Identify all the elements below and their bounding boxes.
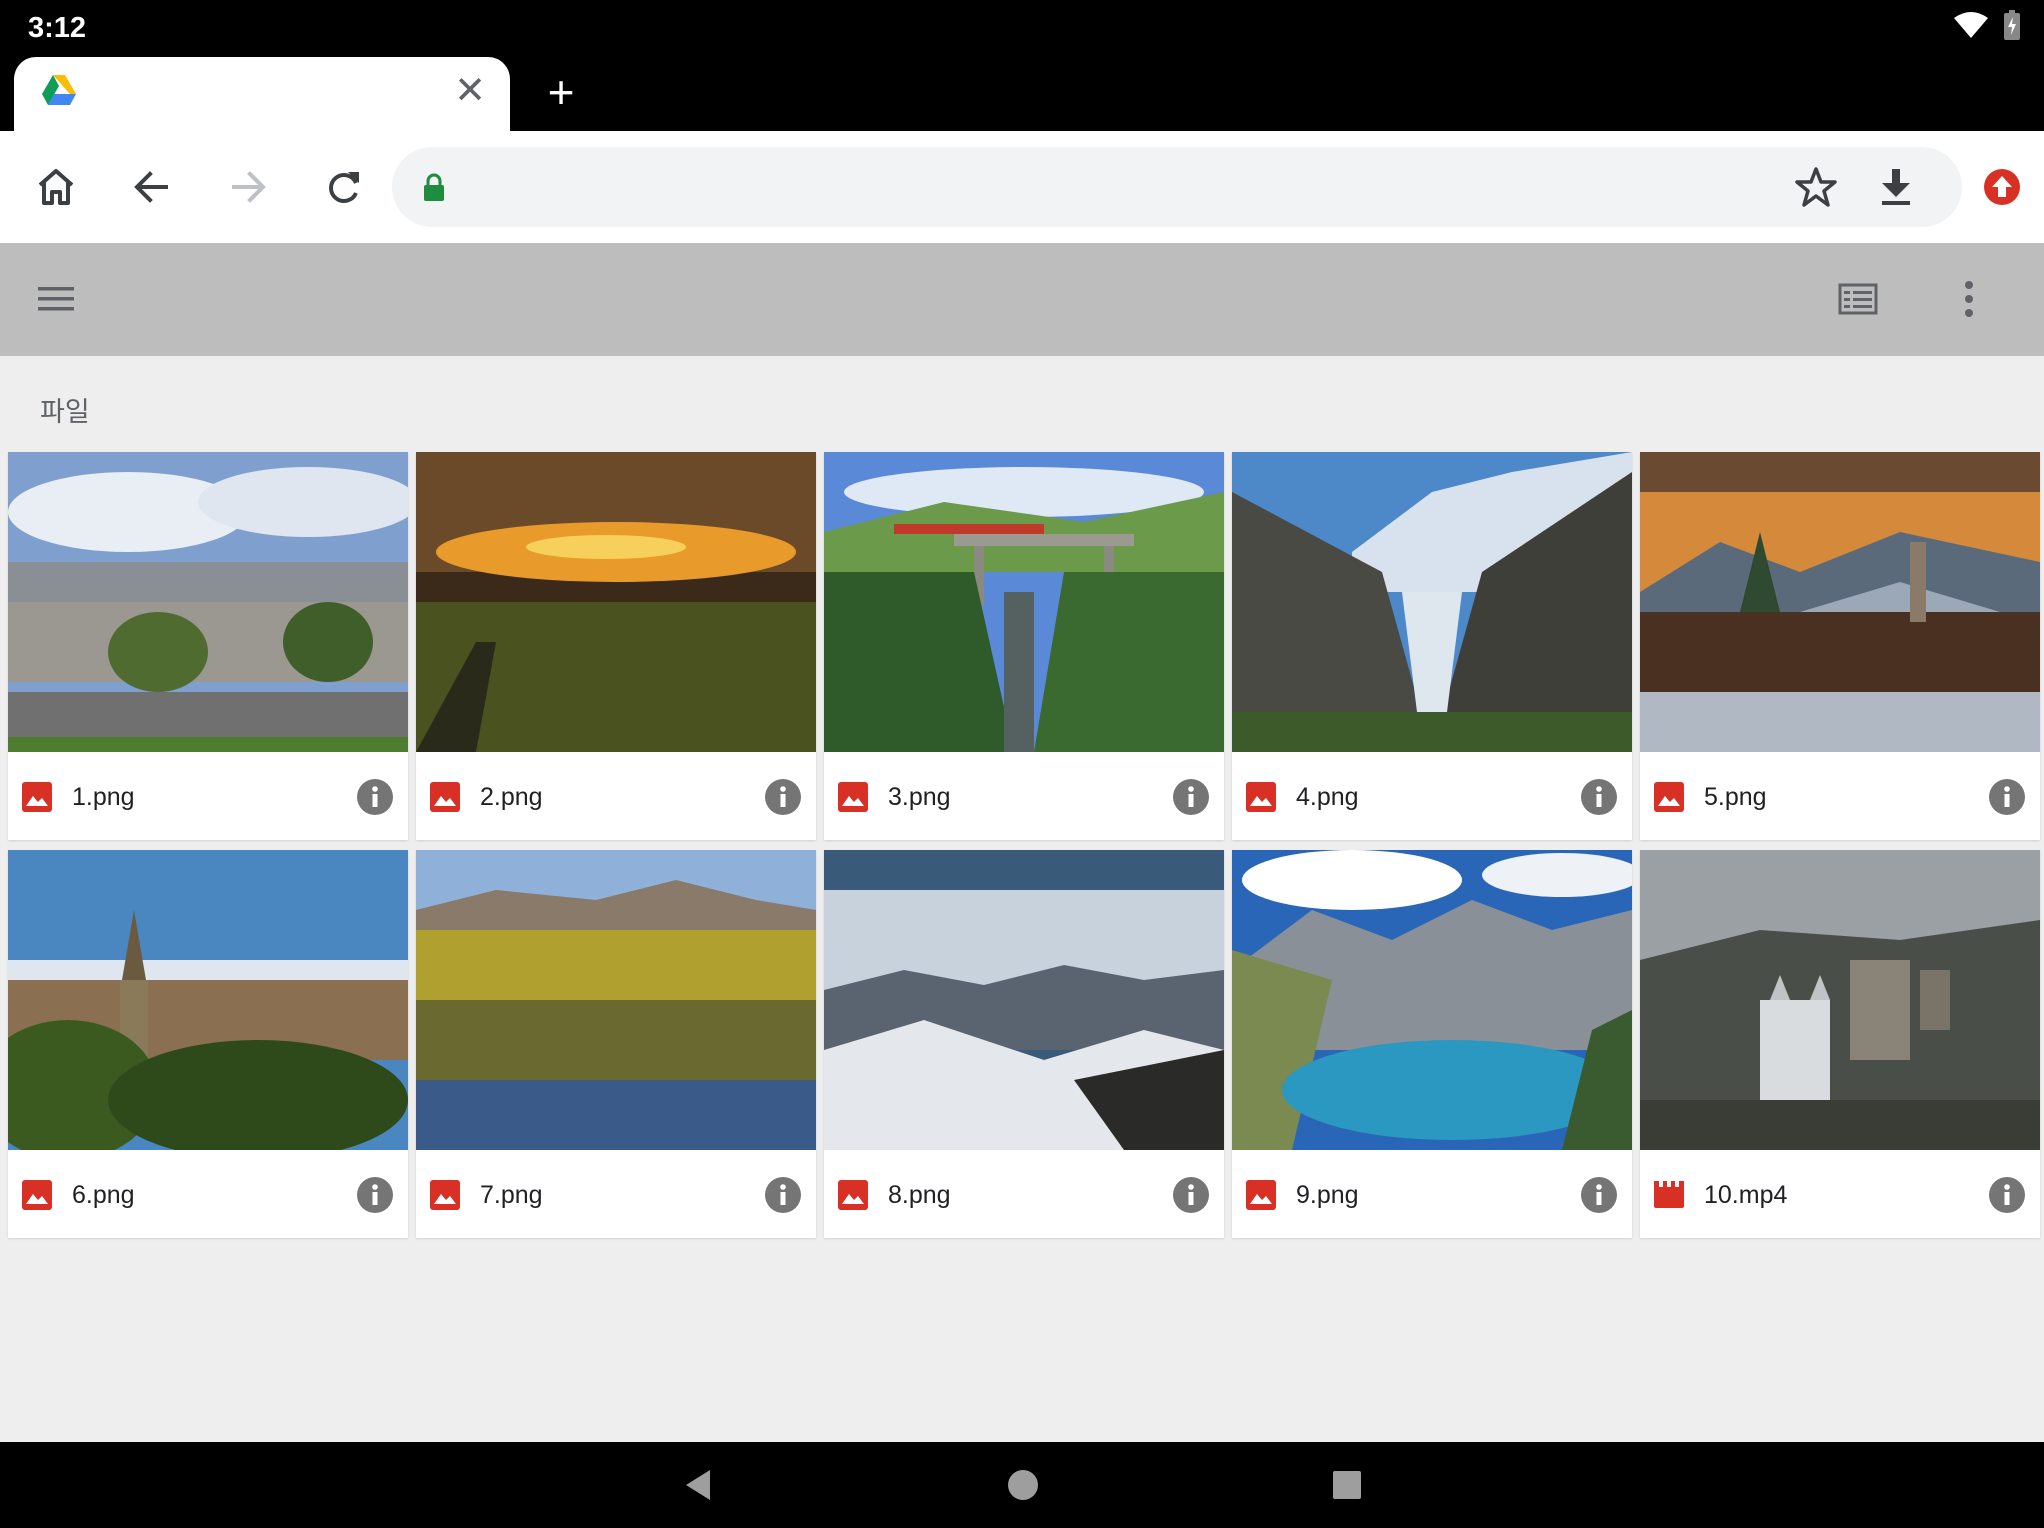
- status-time: 3:12: [28, 12, 87, 44]
- home-icon[interactable]: [30, 161, 82, 213]
- hamburger-menu-icon[interactable]: [36, 281, 76, 317]
- browser-toolbar: [0, 131, 2044, 243]
- file-card[interactable]: 8.png: [824, 850, 1224, 1238]
- file-name[interactable]: 1.png: [72, 780, 135, 814]
- info-icon[interactable]: [764, 1176, 802, 1214]
- forward-arrow-icon[interactable]: [222, 161, 274, 213]
- image-file-icon: [1246, 782, 1276, 812]
- file-card[interactable]: 10.mp4: [1640, 850, 2040, 1238]
- image-file-icon: [22, 782, 52, 812]
- file-thumbnail[interactable]: [1640, 452, 2040, 752]
- file-thumbnail[interactable]: [416, 452, 816, 752]
- file-card[interactable]: 4.png: [1232, 452, 1632, 840]
- more-vert-icon[interactable]: [1954, 275, 1984, 323]
- section-title: 파일: [40, 397, 90, 427]
- info-icon[interactable]: [356, 1176, 394, 1214]
- file-thumbnail[interactable]: [8, 452, 408, 752]
- lock-icon: [424, 173, 444, 201]
- info-icon[interactable]: [356, 778, 394, 816]
- list-view-icon[interactable]: [1836, 281, 1880, 317]
- file-name[interactable]: 7.png: [480, 1178, 543, 1212]
- file-thumbnail[interactable]: [1640, 850, 2040, 1150]
- system-nav-bar: [0, 1442, 2044, 1528]
- info-icon[interactable]: [1172, 1176, 1210, 1214]
- file-card[interactable]: 1.png: [8, 452, 408, 840]
- video-file-icon: [1654, 1181, 1684, 1208]
- file-thumbnail[interactable]: [824, 452, 1224, 752]
- tab-strip: ✕ +: [0, 57, 2044, 131]
- file-thumbnail[interactable]: [1232, 850, 1632, 1150]
- info-icon[interactable]: [1580, 1176, 1618, 1214]
- image-file-icon: [430, 1180, 460, 1210]
- file-name[interactable]: 10.mp4: [1704, 1178, 1787, 1212]
- file-card[interactable]: 6.png: [8, 850, 408, 1238]
- file-thumbnail[interactable]: [1232, 452, 1632, 752]
- file-card[interactable]: 9.png: [1232, 850, 1632, 1238]
- file-thumbnail[interactable]: [824, 850, 1224, 1150]
- browser-tab[interactable]: ✕: [14, 57, 510, 131]
- download-icon[interactable]: [1872, 163, 1920, 211]
- image-file-icon: [22, 1180, 52, 1210]
- reload-icon[interactable]: [318, 161, 370, 213]
- home-circle-icon[interactable]: [1000, 1462, 1046, 1508]
- back-triangle-icon[interactable]: [676, 1462, 722, 1508]
- status-bar: 3:12: [0, 0, 2044, 57]
- file-name[interactable]: 4.png: [1296, 780, 1359, 814]
- file-browser-content: 파일 1.png 2.png 3.png 4.png 5.png 6.png 7…: [0, 356, 2044, 1442]
- bookmark-star-icon[interactable]: [1792, 163, 1840, 211]
- address-bar[interactable]: [392, 147, 1962, 227]
- close-tab-icon[interactable]: ✕: [450, 71, 490, 111]
- back-arrow-icon[interactable]: [126, 161, 178, 213]
- file-name[interactable]: 9.png: [1296, 1178, 1359, 1212]
- file-thumbnail[interactable]: [416, 850, 816, 1150]
- wifi-icon: [1954, 12, 1988, 38]
- info-icon[interactable]: [764, 778, 802, 816]
- new-tab-button[interactable]: +: [540, 69, 582, 115]
- image-file-icon: [1246, 1180, 1276, 1210]
- file-name[interactable]: 2.png: [480, 780, 543, 814]
- info-icon[interactable]: [1172, 778, 1210, 816]
- image-file-icon: [1654, 782, 1684, 812]
- google-drive-icon: [42, 75, 76, 105]
- image-file-icon: [430, 782, 460, 812]
- file-name[interactable]: 3.png: [888, 780, 951, 814]
- file-thumbnail[interactable]: [8, 850, 408, 1150]
- info-icon[interactable]: [1580, 778, 1618, 816]
- file-name[interactable]: 5.png: [1704, 780, 1767, 814]
- file-card[interactable]: 7.png: [416, 850, 816, 1238]
- update-icon[interactable]: [1982, 167, 2022, 207]
- file-card[interactable]: 2.png: [416, 452, 816, 840]
- info-icon[interactable]: [1988, 778, 2026, 816]
- info-icon[interactable]: [1988, 1176, 2026, 1214]
- drive-app-bar: [0, 243, 2044, 356]
- file-name[interactable]: 6.png: [72, 1178, 135, 1212]
- file-card[interactable]: 5.png: [1640, 452, 2040, 840]
- file-card[interactable]: 3.png: [824, 452, 1224, 840]
- file-name[interactable]: 8.png: [888, 1178, 951, 1212]
- battery-icon: [2004, 10, 2020, 40]
- image-file-icon: [838, 1180, 868, 1210]
- recents-square-icon[interactable]: [1324, 1462, 1370, 1508]
- image-file-icon: [838, 782, 868, 812]
